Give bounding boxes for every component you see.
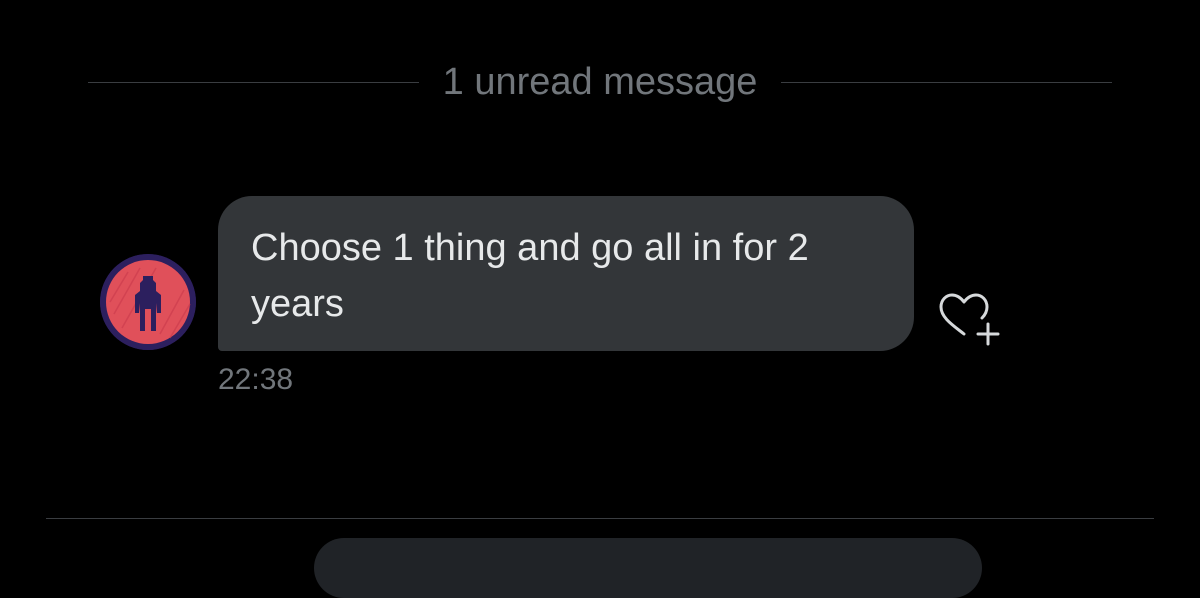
unread-divider: 1 unread message bbox=[88, 56, 1113, 108]
section-divider bbox=[46, 518, 1154, 519]
next-message-bubble[interactable] bbox=[314, 538, 982, 598]
message-timestamp: 22:38 bbox=[218, 363, 294, 396]
heart-plus-icon bbox=[939, 293, 1000, 346]
divider-line-right bbox=[781, 81, 1113, 83]
astronaut-silhouette-avatar-icon bbox=[100, 254, 196, 350]
message-bubble[interactable]: Choose 1 thing and go all in for 2 years bbox=[218, 196, 914, 351]
divider-line-left bbox=[88, 81, 419, 83]
unread-divider-label: 1 unread message bbox=[442, 61, 758, 103]
add-reaction-button[interactable] bbox=[934, 290, 1004, 350]
message-text: Choose 1 thing and go all in for 2 years bbox=[251, 227, 809, 325]
sender-avatar[interactable] bbox=[100, 254, 196, 350]
